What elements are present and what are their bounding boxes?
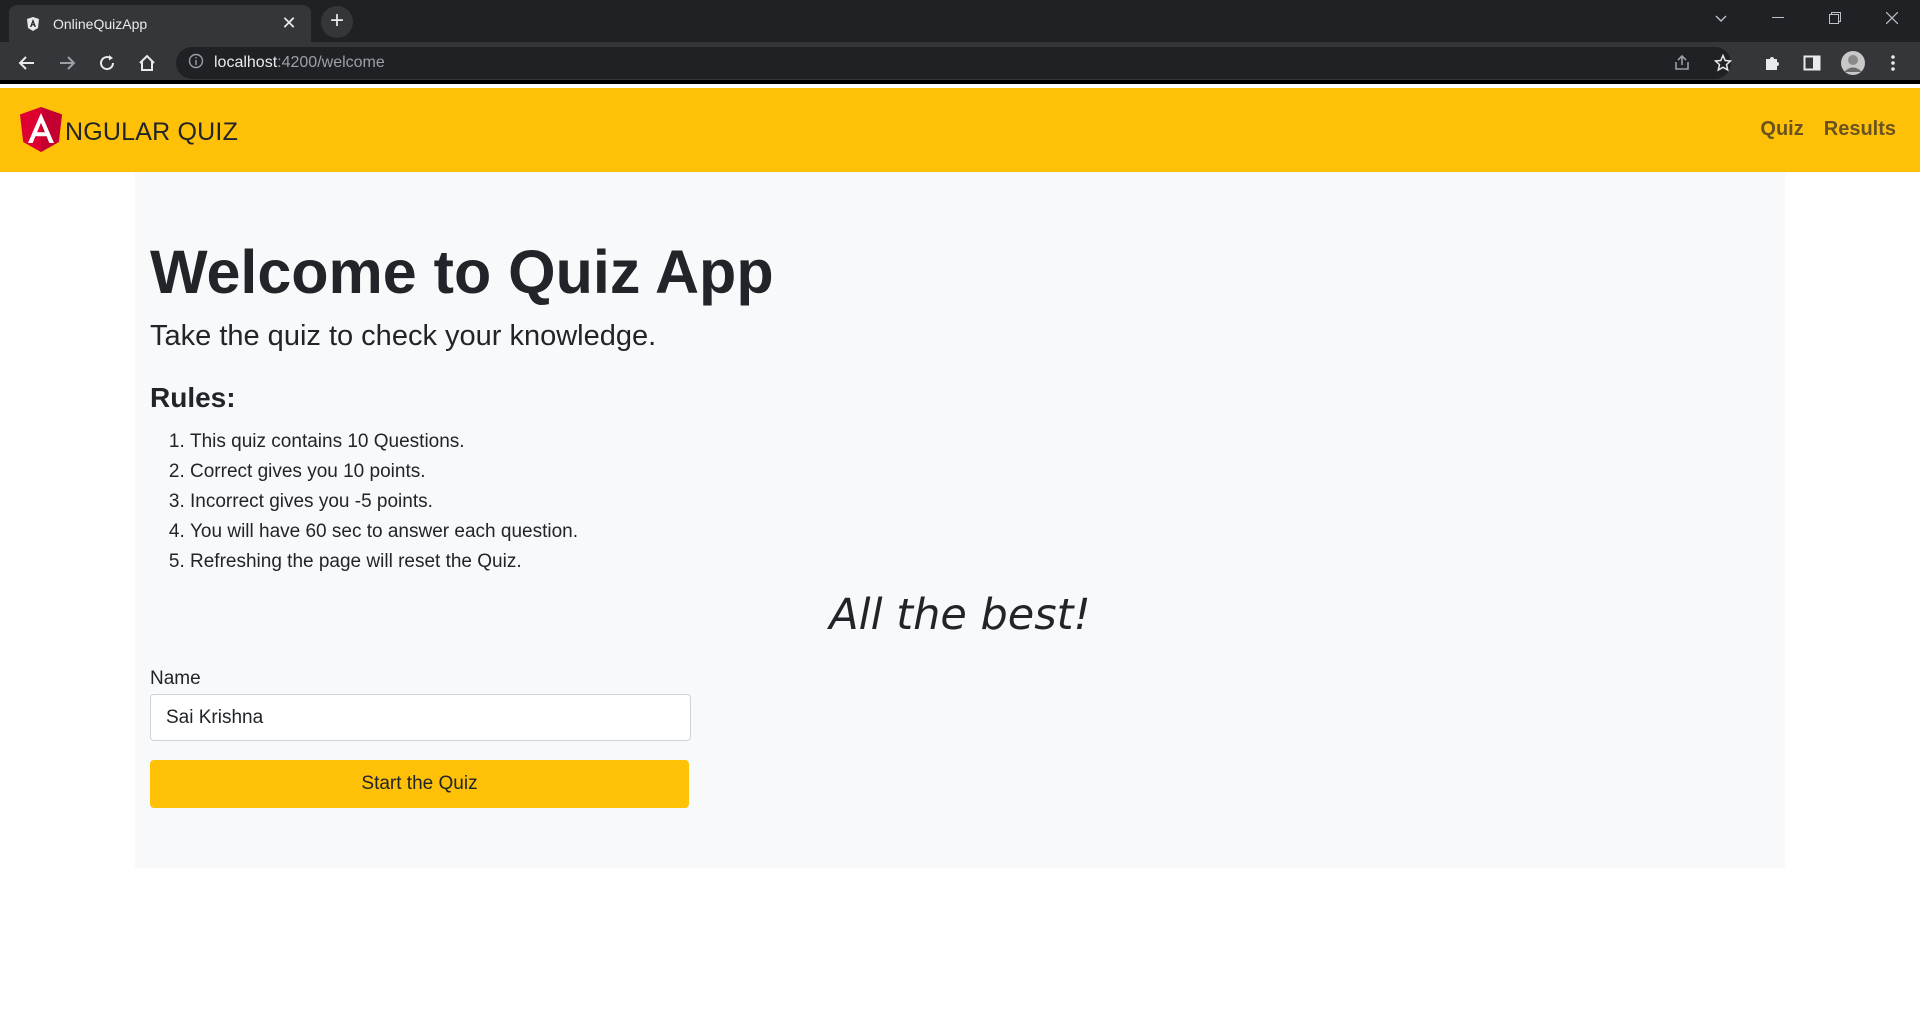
browser-tabstrip: OnlineQuizApp ✕ +	[0, 0, 1920, 42]
page-subtitle: Take the quiz to check your knowledge.	[150, 320, 657, 352]
nav-link-results[interactable]: Results	[1824, 118, 1896, 141]
reload-icon[interactable]	[93, 49, 121, 77]
nav-link-quiz[interactable]: Quiz	[1760, 118, 1803, 141]
tab-title: OnlineQuizApp	[53, 15, 148, 32]
angular-favicon-icon	[25, 16, 41, 32]
brand-text: NGULAR QUIZ	[65, 118, 239, 146]
rule-item: This quiz contains 10 Questions.	[190, 427, 578, 457]
best-wishes-text: All the best!	[829, 590, 1091, 640]
new-tab-button[interactable]: +	[321, 6, 353, 38]
minimize-icon[interactable]	[1749, 0, 1806, 36]
info-icon[interactable]	[188, 53, 204, 74]
bookmark-star-icon[interactable]	[1709, 49, 1737, 77]
rules-heading: Rules:	[150, 382, 236, 413]
start-quiz-button[interactable]: Start the Quiz	[150, 760, 689, 808]
restore-icon[interactable]	[1806, 0, 1863, 36]
nav-links: Quiz Results	[1760, 118, 1896, 141]
angular-logo-icon	[19, 106, 63, 159]
name-input[interactable]	[150, 694, 691, 741]
side-panel-icon[interactable]	[1798, 49, 1826, 77]
rule-item: Correct gives you 10 points.	[190, 457, 578, 487]
tab-search-icon[interactable]	[1692, 0, 1749, 36]
rules-list: This quiz contains 10 Questions. Correct…	[190, 427, 578, 577]
menu-kebab-icon[interactable]	[1879, 49, 1907, 77]
rule-item: Incorrect gives you -5 points.	[190, 487, 578, 517]
extensions-puzzle-icon[interactable]	[1758, 49, 1786, 77]
browser-tab[interactable]: OnlineQuizApp ✕	[9, 5, 311, 42]
profile-avatar[interactable]	[1839, 49, 1867, 77]
brand[interactable]: NGULAR QUIZ	[19, 106, 238, 159]
rule-item: You will have 60 sec to answer each ques…	[190, 517, 578, 547]
rule-item: Refreshing the page will reset the Quiz.	[190, 547, 578, 577]
app-navbar: NGULAR QUIZ Quiz Results	[0, 88, 1920, 172]
url-path: :4200/welcome	[277, 54, 385, 71]
close-window-icon[interactable]	[1863, 0, 1920, 36]
home-icon[interactable]	[133, 49, 161, 77]
browser-toolbar: localhost:4200/welcome	[0, 42, 1920, 84]
tab-close-icon[interactable]: ✕	[279, 13, 299, 34]
back-arrow-icon[interactable]	[13, 49, 41, 77]
share-icon[interactable]	[1668, 49, 1696, 77]
page-title: Welcome to Quiz App	[150, 238, 774, 306]
welcome-container: Welcome to Quiz App Take the quiz to che…	[135, 172, 1785, 868]
forward-arrow-icon[interactable]	[53, 49, 81, 77]
url-host: localhost	[214, 54, 278, 71]
address-bar[interactable]: localhost:4200/welcome	[176, 47, 1731, 79]
name-label: Name	[150, 668, 201, 689]
